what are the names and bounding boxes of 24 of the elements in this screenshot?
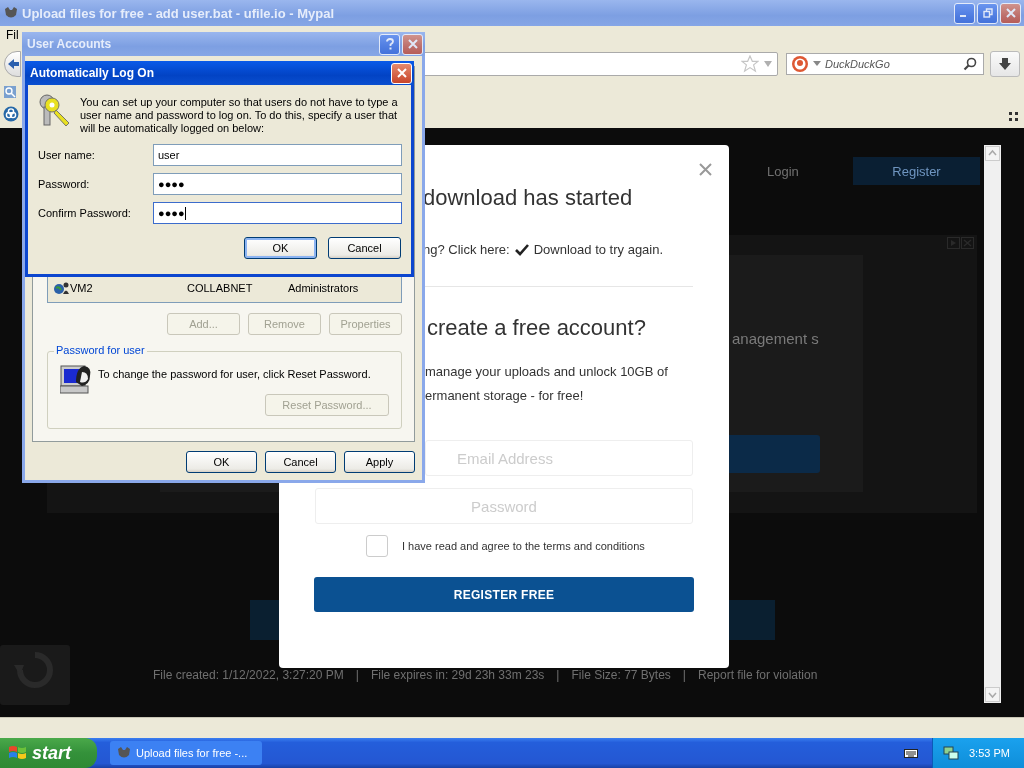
password-hint: To change the password for user, click Reset Password. bbox=[98, 368, 371, 380]
clock: 3:53 PM bbox=[969, 747, 1010, 759]
window-title: Upload files for free - add user.bat - ufile.io - Mypal bbox=[22, 5, 336, 21]
footer-text: File created: 1/12/2022, 3:27:20 PM bbox=[153, 668, 344, 682]
footer-separator: | bbox=[556, 668, 560, 682]
ad-text: anagement s bbox=[732, 330, 819, 347]
dialog-title: User Accounts bbox=[26, 37, 113, 51]
account-heading: create a free account? bbox=[427, 315, 646, 341]
footer-separator: | bbox=[682, 668, 686, 682]
modal-heading: download has started bbox=[423, 185, 633, 211]
field-label: Confirm Password: bbox=[38, 207, 132, 219]
footer-separator: | bbox=[355, 668, 359, 682]
footer-text: File expires in: 29d 23h 33m 23s bbox=[370, 668, 545, 682]
terms-label: I have read and agree to the terms and conditions bbox=[402, 540, 645, 552]
pitch-text: manage your uploads and unlock 10GB of bbox=[425, 363, 669, 381]
group-cell: Administrators bbox=[288, 282, 359, 294]
field-label: Password: bbox=[38, 178, 91, 190]
pitch-text: ermanent storage - for free! bbox=[425, 387, 585, 405]
dialog-title: Automatically Log On bbox=[29, 66, 155, 80]
domain-cell-text: COLLABNET bbox=[187, 282, 254, 294]
group-title: Password for user bbox=[54, 344, 147, 356]
footer-text: File Size: 77 Bytes bbox=[571, 668, 671, 682]
field-label: User name: bbox=[38, 149, 96, 161]
instructions-text: You can set up your computer so that users do not have to type a user name and password to log on. To do this, specify a user that will be automatically logged on below: bbox=[80, 96, 399, 135]
